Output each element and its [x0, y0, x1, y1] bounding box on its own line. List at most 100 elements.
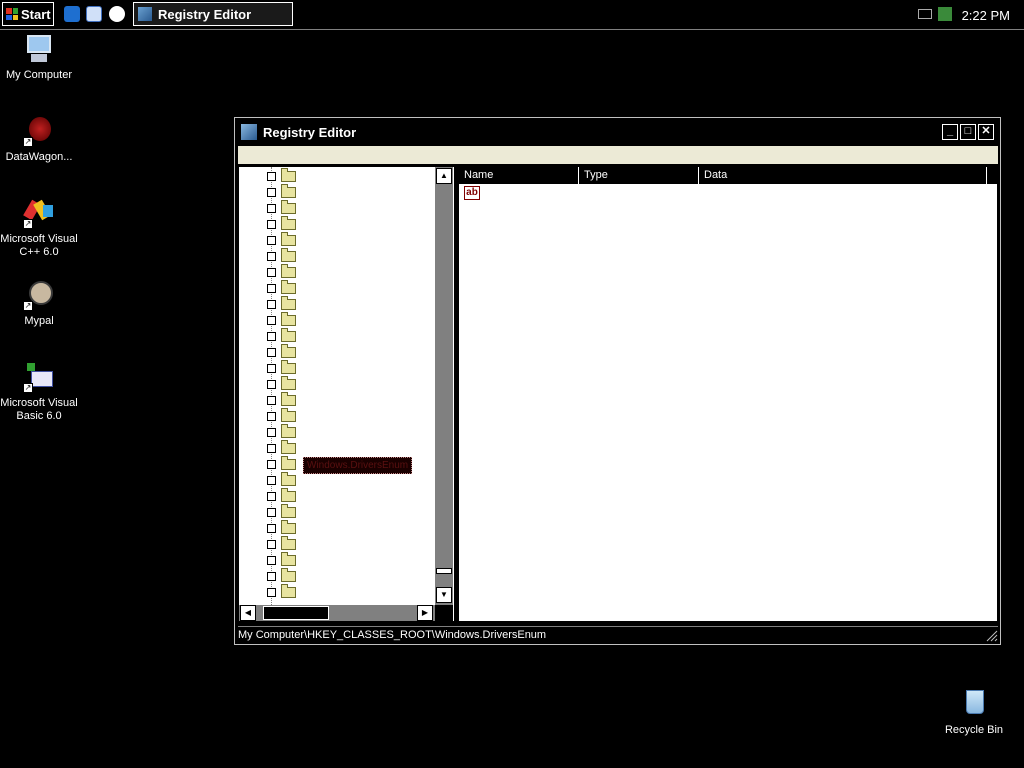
expand-icon[interactable]	[267, 539, 276, 549]
shortcut-arrow-icon: ↗	[23, 301, 33, 311]
expand-icon[interactable]	[267, 443, 276, 453]
expand-icon[interactable]	[267, 475, 276, 485]
tree-item[interactable]	[267, 215, 296, 231]
expand-icon[interactable]	[267, 411, 276, 421]
desktop-icon-datawagon[interactable]: ↗ DataWagon...	[0, 115, 79, 164]
expand-icon[interactable]	[267, 491, 276, 501]
folder-icon	[281, 503, 296, 518]
menu-edit[interactable]: Edit	[272, 149, 307, 161]
close-button[interactable]: ✕	[978, 124, 994, 140]
tree-item[interactable]	[267, 359, 296, 375]
expand-icon[interactable]	[267, 363, 276, 373]
scroll-thumb[interactable]	[436, 568, 452, 574]
expand-icon[interactable]	[267, 283, 276, 293]
expand-icon[interactable]	[267, 187, 276, 197]
network-icon[interactable]	[938, 7, 952, 21]
tree-item[interactable]	[267, 263, 296, 279]
desktop-icon-visual-basic[interactable]: ↗ Microsoft Visual Basic 6.0	[0, 361, 79, 423]
expand-icon[interactable]	[267, 267, 276, 277]
expand-icon[interactable]	[267, 571, 276, 581]
desktop-icon-my-computer[interactable]: My Computer	[0, 33, 79, 82]
title-bar[interactable]: Registry Editor _ □ ✕	[237, 120, 998, 144]
scroll-down-arrow-icon[interactable]: ▼	[436, 587, 452, 603]
scroll-thumb[interactable]	[263, 606, 329, 620]
expand-icon[interactable]	[267, 315, 276, 325]
vertical-scrollbar[interactable]: ▲ ▼	[435, 167, 453, 605]
clock[interactable]: 2:22 PM	[962, 8, 1010, 23]
tree-item[interactable]	[267, 391, 296, 407]
expand-icon[interactable]	[267, 555, 276, 565]
tree-item[interactable]	[267, 311, 296, 327]
tree-item[interactable]	[267, 503, 296, 519]
expand-icon[interactable]	[267, 427, 276, 437]
resize-grip-icon[interactable]	[986, 630, 998, 642]
tree-item[interactable]	[267, 375, 296, 391]
menu-view[interactable]: View	[307, 149, 347, 161]
tree-item[interactable]	[267, 407, 296, 423]
tree-item[interactable]	[267, 343, 296, 359]
values-list[interactable]: Name Type Data ab	[459, 167, 997, 621]
start-button[interactable]: Start	[2, 2, 54, 26]
ie-icon[interactable]	[64, 6, 80, 22]
tree-item[interactable]	[267, 567, 296, 583]
expand-icon[interactable]	[267, 235, 276, 245]
tree-item[interactable]	[267, 183, 296, 199]
menu-help[interactable]: Help	[408, 149, 447, 161]
horizontal-scrollbar[interactable]: ◀ ▶	[239, 605, 435, 621]
string-value-icon[interactable]: ab	[464, 186, 480, 200]
expand-icon[interactable]	[267, 395, 276, 405]
expand-icon[interactable]	[267, 299, 276, 309]
expand-icon[interactable]	[267, 251, 276, 261]
scroll-up-arrow-icon[interactable]: ▲	[436, 168, 452, 184]
expand-icon[interactable]	[267, 331, 276, 341]
tree-item[interactable]	[267, 423, 296, 439]
expand-icon[interactable]	[267, 587, 276, 597]
tree-item[interactable]	[267, 199, 296, 215]
keyboard-icon[interactable]	[918, 9, 932, 19]
tree-item[interactable]	[267, 455, 296, 471]
scroll-left-arrow-icon[interactable]: ◀	[240, 605, 256, 621]
tree-item[interactable]	[267, 519, 296, 535]
menu-favorites[interactable]: Favorites	[346, 149, 407, 161]
outlook-express-icon[interactable]	[86, 6, 102, 22]
folder-icon	[281, 391, 296, 406]
my-computer-icon	[23, 33, 55, 65]
taskbar-button-registry-editor[interactable]: Registry Editor	[133, 2, 293, 26]
desktop-icon-recycle-bin[interactable]: Recycle Bin	[934, 688, 1014, 737]
column-header-data[interactable]: Data	[699, 167, 987, 184]
maximize-button[interactable]: □	[960, 124, 976, 140]
desktop-icon-visual-cpp[interactable]: ↗ Microsoft Visual C++ 6.0	[0, 197, 79, 259]
tree-item[interactable]	[267, 247, 296, 263]
expand-icon[interactable]	[267, 379, 276, 389]
tree-item[interactable]	[267, 583, 296, 599]
expand-icon[interactable]	[267, 171, 276, 181]
tree-item[interactable]	[267, 295, 296, 311]
scroll-right-arrow-icon[interactable]: ▶	[417, 605, 433, 621]
expand-icon[interactable]	[267, 347, 276, 357]
expand-icon[interactable]	[267, 219, 276, 229]
desktop-icon-mypal[interactable]: ↗ Mypal	[0, 279, 79, 328]
column-header-name[interactable]: Name	[459, 167, 579, 184]
tree-item[interactable]	[267, 487, 296, 503]
menu-file[interactable]: File	[238, 149, 272, 161]
expand-icon[interactable]	[267, 523, 276, 533]
tree-item[interactable]	[267, 551, 296, 567]
tree-item[interactable]	[267, 231, 296, 247]
visual-basic-icon: ↗	[23, 361, 55, 393]
tree-item[interactable]	[267, 167, 296, 183]
tree-item[interactable]	[267, 279, 296, 295]
folder-icon	[281, 583, 296, 598]
tree-item[interactable]	[267, 439, 296, 455]
column-header-type[interactable]: Type	[579, 167, 699, 184]
minimize-button[interactable]: _	[942, 124, 958, 140]
media-player-icon[interactable]	[109, 6, 125, 22]
taskbar: Start Registry Editor 2:22 PM	[0, 0, 1024, 30]
expand-icon[interactable]	[267, 459, 276, 469]
tree-item-selected[interactable]: Windows.DriversEnum	[303, 457, 413, 474]
tree-item[interactable]	[267, 471, 296, 487]
expand-icon[interactable]	[267, 507, 276, 517]
expand-icon[interactable]	[267, 203, 276, 213]
registry-tree[interactable]: Windows.DriversEnum ▲ ▼ ◀ ▶	[239, 167, 454, 621]
tree-item[interactable]	[267, 327, 296, 343]
tree-item[interactable]	[267, 535, 296, 551]
